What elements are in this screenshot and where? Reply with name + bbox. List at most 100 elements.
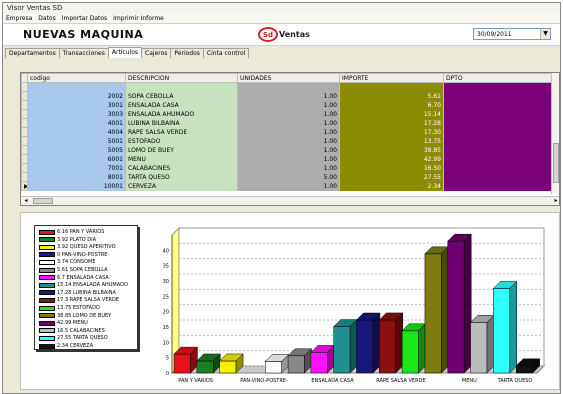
cell-dpto bbox=[443, 118, 554, 128]
legend-swatch bbox=[39, 335, 55, 341]
cell-codigo: 5001 bbox=[27, 136, 126, 146]
articles-grid[interactable]: codigo DESCRIPCION UNIDADES IMPORTE DPTO… bbox=[20, 72, 560, 206]
legend-label: 17.28 LUBINA BILBAINA bbox=[57, 289, 116, 296]
tab-bar: Departamentos Transacciones Articulos Ca… bbox=[5, 47, 560, 58]
bar-side bbox=[463, 233, 472, 374]
bar-side bbox=[441, 246, 449, 374]
legend-item: 17.3 RAPE SALSA VERDE bbox=[39, 297, 139, 303]
column-header-unidades[interactable]: UNIDADES bbox=[237, 73, 340, 83]
column-header-descripcion[interactable]: DESCRIPCION bbox=[125, 73, 238, 83]
bar-side bbox=[418, 323, 426, 374]
table-body: 2002 SOPA CEBOLLA 1.00 5.61 3001 ENSALADA CAS… bbox=[21, 82, 554, 191]
cell-codigo: 7001 bbox=[27, 163, 126, 173]
legend-label: 27.55 TARTA QUESO bbox=[57, 335, 108, 342]
bar bbox=[287, 355, 305, 374]
table-row[interactable]: 4001 LUBINA BILBAINA 1.00 17.28 bbox=[21, 118, 554, 128]
table-row[interactable]: 6001 MENU 1.00 42.99 bbox=[21, 154, 554, 164]
legend-label: 42.99 MENU bbox=[57, 320, 88, 327]
vertical-scroll-thumb[interactable] bbox=[553, 143, 559, 183]
cell-codigo: 10001 bbox=[27, 181, 126, 191]
table-row[interactable]: 3003 ENSALADA AHUMADO 1.00 15.14 bbox=[21, 109, 554, 119]
legend-label: 17.3 RAPE SALSA VERDE bbox=[57, 297, 119, 304]
bar bbox=[310, 352, 328, 374]
table-row[interactable] bbox=[21, 82, 554, 92]
cell-importe: 42.99 bbox=[339, 154, 444, 164]
cell-unidades: 1.00 bbox=[237, 154, 340, 164]
cell-codigo: 3003 bbox=[27, 109, 126, 119]
tab-articulos[interactable]: Articulos bbox=[107, 47, 143, 58]
legend-item: 16.5 CALABACINES bbox=[39, 328, 139, 334]
column-header-importe[interactable]: IMPORTE bbox=[339, 73, 444, 83]
scroll-left-icon[interactable]: ◂ bbox=[22, 197, 30, 205]
table-row[interactable]: 2002 SOPA CEBOLLA 1.00 5.61 bbox=[21, 91, 554, 101]
cell-importe: 17.28 bbox=[339, 118, 444, 128]
legend-swatch bbox=[39, 229, 55, 235]
x-tick-label: PAN Y VARIOS bbox=[178, 378, 213, 384]
cell-dpto bbox=[443, 163, 554, 173]
menu-importar-datos[interactable]: Importar Datos bbox=[62, 15, 107, 22]
cell-dpto bbox=[443, 127, 554, 137]
cell-descripcion: ENSALADA CASA bbox=[125, 100, 238, 110]
legend-swatch bbox=[39, 282, 55, 288]
chevron-down-icon[interactable]: ▼ bbox=[540, 29, 550, 39]
cell-importe: 15.14 bbox=[339, 109, 444, 119]
column-header-codigo[interactable]: codigo bbox=[27, 73, 126, 83]
cell-descripcion: ESTOFADO bbox=[125, 136, 238, 146]
legend-swatch bbox=[39, 297, 55, 303]
column-header-dpto[interactable]: DPTO bbox=[443, 73, 554, 83]
bar bbox=[447, 240, 465, 374]
legend-item: 6.7 ENSALADA CASA bbox=[39, 275, 139, 281]
cell-dpto bbox=[443, 181, 554, 191]
table-row[interactable]: 4004 RAPE SALSA VERDE 1.00 17.30 bbox=[21, 127, 554, 137]
bar bbox=[196, 360, 214, 374]
vertical-scrollbar[interactable] bbox=[551, 73, 559, 194]
x-tick-label: TARTA QUESO bbox=[497, 378, 533, 384]
table-row[interactable]: 8001 TARTA QUESO 5.00 27.55 bbox=[21, 172, 554, 182]
tab-periodos[interactable]: Periodos bbox=[170, 48, 204, 58]
legend-item: 3.74 CONSOME bbox=[39, 259, 139, 265]
cell-importe: 6.70 bbox=[339, 100, 444, 110]
tab-transacciones[interactable]: Transacciones bbox=[58, 48, 109, 58]
legend-label: 13.75 ESTOFADO bbox=[57, 305, 100, 311]
menu-empresa[interactable]: Empresa bbox=[6, 15, 32, 22]
cell-dpto bbox=[443, 100, 554, 110]
legend-label: 16.5 CALABACINES bbox=[57, 327, 105, 334]
y-tick-label: 5 bbox=[166, 356, 169, 362]
table-row[interactable]: 5005 LOMO DE BUEY 1.00 38.85 bbox=[21, 145, 554, 155]
horizontal-scroll-thumb[interactable] bbox=[33, 198, 53, 204]
y-tick-label: 25 bbox=[163, 294, 169, 300]
legend-label: 6.7 ENSALADA CASA bbox=[57, 274, 109, 281]
bar-side bbox=[349, 318, 358, 374]
bar bbox=[470, 322, 488, 374]
cell-unidades: 1.00 bbox=[237, 118, 340, 128]
cell-importe: 38.85 bbox=[339, 145, 444, 155]
horizontal-scrollbar[interactable]: ◂ ▸ bbox=[21, 196, 559, 205]
bar bbox=[493, 288, 511, 374]
bar bbox=[173, 353, 191, 374]
cell-codigo: 4001 bbox=[27, 118, 126, 128]
cell-descripcion: RAPE SALSA VERDE bbox=[125, 127, 238, 137]
legend-label: 15.14 ENSALADA AHUMADO bbox=[57, 282, 128, 289]
cell-codigo: 2002 bbox=[27, 91, 126, 101]
cell-dpto bbox=[443, 91, 554, 101]
table-row[interactable]: 7001 CALABACINES 1.00 16.50 bbox=[21, 163, 554, 173]
scroll-right-icon[interactable]: ▸ bbox=[552, 197, 559, 205]
table-row[interactable]: 5001 ESTOFADO 1.00 13.75 bbox=[21, 136, 554, 146]
tab-cinta-control[interactable]: Cinta control bbox=[202, 48, 250, 58]
menu-datos[interactable]: Datos bbox=[38, 15, 55, 22]
menu-bar: Empresa Datos Importar Datos Imprimir In… bbox=[3, 14, 560, 24]
bar bbox=[219, 360, 237, 374]
legend-item: 17.28 LUBINA BILBAINA bbox=[39, 290, 139, 296]
legend-swatch bbox=[39, 290, 55, 296]
table-header-row: codigo DESCRIPCION UNIDADES IMPORTE DPTO bbox=[21, 73, 554, 83]
table-row[interactable]: 3001 ENSALADA CASA 1.00 6.70 bbox=[21, 100, 554, 110]
x-tick-label: MENU bbox=[462, 378, 477, 384]
date-picker[interactable]: 30/09/2011 ▼ bbox=[473, 28, 551, 40]
tab-cajeros[interactable]: Cajeros bbox=[141, 48, 172, 58]
menu-imprimir-informe[interactable]: Imprimir Informe bbox=[113, 15, 164, 22]
tab-departamentos[interactable]: Departamentos bbox=[5, 48, 60, 58]
table-row[interactable]: ▶10001CERVEZA1.002.34 bbox=[21, 181, 554, 191]
cell-dpto bbox=[443, 154, 554, 164]
cell-dpto bbox=[443, 145, 554, 155]
legend-item: 3.92 QUESO APERITIVO bbox=[39, 244, 139, 250]
